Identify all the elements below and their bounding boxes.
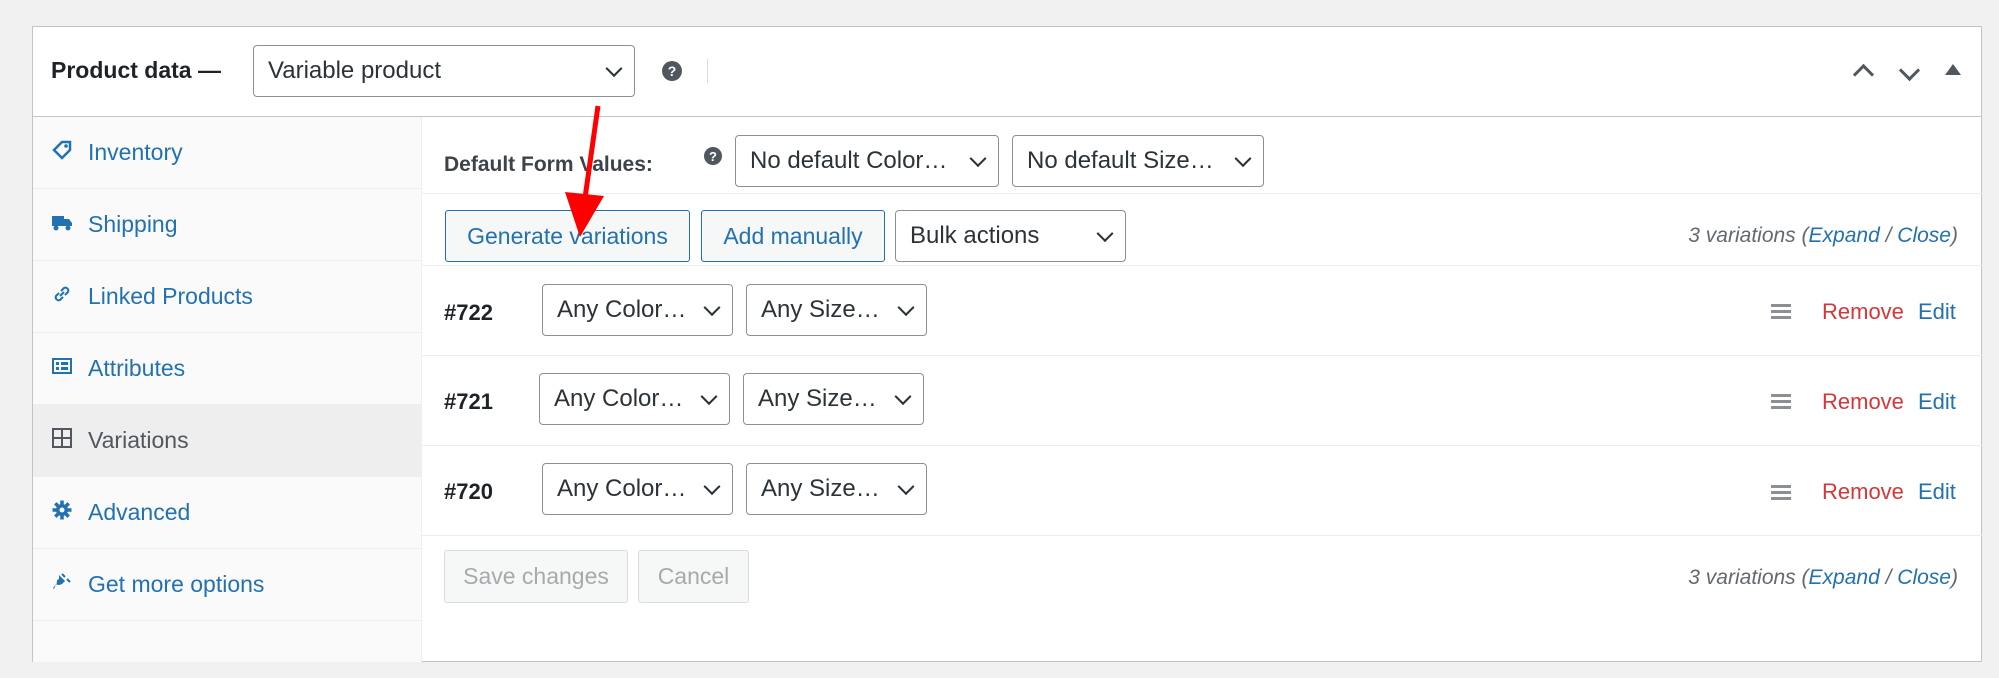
variation-row: #722 Any Color… Any Size… Remove Edit bbox=[422, 266, 1982, 356]
tab-advanced[interactable]: Advanced bbox=[33, 477, 422, 549]
bulk-actions-value: Bulk actions bbox=[910, 222, 1040, 249]
cancel-button[interactable]: Cancel bbox=[638, 550, 749, 603]
variation-color-select[interactable]: Any Color… bbox=[542, 284, 733, 336]
tab-get-more-options[interactable]: Get more options bbox=[33, 549, 422, 621]
help-icon[interactable]: ? bbox=[662, 61, 682, 81]
drag-handle-icon[interactable] bbox=[1771, 304, 1791, 319]
move-up-icon[interactable] bbox=[1852, 63, 1875, 86]
product-type-select[interactable]: Variable product bbox=[253, 45, 635, 97]
tab-label: Variations bbox=[88, 427, 189, 453]
variation-color-value: Any Color… bbox=[557, 475, 687, 502]
variation-id: #722 bbox=[444, 300, 493, 325]
panel-header: Product data — Variable product ? bbox=[33, 27, 1981, 117]
chevron-down-icon bbox=[700, 388, 718, 406]
chevron-down-icon bbox=[897, 299, 915, 317]
variation-row: #721 Any Color… Any Size… Remove Edit bbox=[422, 356, 1982, 446]
default-form-values-label: Default Form Values: bbox=[444, 153, 653, 176]
save-changes-button[interactable]: Save changes bbox=[444, 550, 628, 603]
default-color-value: No default Color… bbox=[750, 147, 948, 174]
expand-all-link[interactable]: Expand bbox=[1809, 224, 1880, 247]
tab-shipping[interactable]: Shipping bbox=[33, 189, 422, 261]
variation-row: #720 Any Color… Any Size… Remove Edit bbox=[422, 446, 1982, 536]
variation-id: #721 bbox=[444, 389, 493, 414]
plugin-icon bbox=[53, 573, 71, 589]
variations-panel: Default Form Values: ? No default Color…… bbox=[422, 117, 1982, 662]
tab-label: Attributes bbox=[88, 355, 186, 381]
expand-all-link[interactable]: Expand bbox=[1809, 566, 1880, 589]
variation-color-select[interactable]: Any Color… bbox=[539, 373, 730, 425]
chevron-down-icon bbox=[1234, 150, 1252, 168]
tab-linked-products[interactable]: Linked Products bbox=[33, 261, 422, 333]
header-divider bbox=[707, 59, 708, 83]
close-all-link[interactable]: Close bbox=[1897, 566, 1951, 589]
variation-size-value: Any Size… bbox=[758, 385, 877, 412]
default-size-value: No default Size… bbox=[1027, 147, 1214, 174]
remove-variation-link[interactable]: Remove bbox=[1822, 389, 1904, 415]
bulk-actions-select[interactable]: Bulk actions bbox=[895, 210, 1126, 262]
tab-variations[interactable]: Variations bbox=[33, 405, 422, 477]
add-manually-button[interactable]: Add manually bbox=[701, 210, 885, 262]
variations-footer: Save changes Cancel 3 variations (Expand… bbox=[422, 536, 1982, 662]
gear-icon bbox=[52, 500, 72, 520]
chevron-down-icon bbox=[897, 478, 915, 496]
close-all-link[interactable]: Close bbox=[1897, 224, 1951, 247]
variation-size-select[interactable]: Any Size… bbox=[746, 284, 927, 336]
edit-variation-link[interactable]: Edit bbox=[1918, 479, 1956, 505]
variation-color-value: Any Color… bbox=[554, 385, 684, 412]
panel-title: Product data — bbox=[51, 57, 221, 83]
drag-handle-icon[interactable] bbox=[1771, 394, 1791, 409]
default-size-select[interactable]: No default Size… bbox=[1012, 135, 1264, 187]
tab-label: Shipping bbox=[88, 211, 178, 237]
variation-color-select[interactable]: Any Color… bbox=[542, 463, 733, 515]
grid-icon bbox=[52, 428, 72, 448]
variations-count: 3 variations (Expand / Close) bbox=[1688, 224, 1958, 247]
tab-inventory[interactable]: Inventory bbox=[33, 117, 422, 189]
remove-variation-link[interactable]: Remove bbox=[1822, 479, 1904, 505]
remove-variation-link[interactable]: Remove bbox=[1822, 299, 1904, 325]
chevron-down-icon bbox=[703, 299, 721, 317]
tab-label: Get more options bbox=[88, 571, 265, 597]
help-icon[interactable]: ? bbox=[704, 147, 722, 165]
tab-label: Advanced bbox=[88, 499, 191, 525]
tab-label: Inventory bbox=[88, 139, 183, 165]
variation-size-select[interactable]: Any Size… bbox=[746, 463, 927, 515]
link-icon bbox=[54, 286, 70, 302]
tag-icon bbox=[52, 140, 72, 160]
move-down-icon[interactable] bbox=[1898, 59, 1921, 82]
tab-attributes[interactable]: Attributes bbox=[33, 333, 422, 405]
default-color-select[interactable]: No default Color… bbox=[735, 135, 999, 187]
edit-variation-link[interactable]: Edit bbox=[1918, 299, 1956, 325]
default-form-values-row: Default Form Values: ? No default Color…… bbox=[422, 117, 1982, 194]
product-data-tabs: Inventory Shipping Linked Products Attri… bbox=[33, 117, 422, 662]
edit-variation-link[interactable]: Edit bbox=[1918, 389, 1956, 415]
variation-color-value: Any Color… bbox=[557, 296, 687, 323]
chevron-down-icon bbox=[605, 60, 623, 78]
generate-variations-button[interactable]: Generate variations bbox=[445, 210, 690, 262]
chevron-down-icon bbox=[1096, 225, 1114, 243]
product-type-value: Variable product bbox=[268, 57, 441, 84]
toggle-panel-icon[interactable] bbox=[1945, 64, 1961, 75]
product-data-panel: Product data — Variable product ? Invent… bbox=[32, 26, 1982, 662]
list-icon bbox=[52, 358, 72, 374]
truck-icon bbox=[52, 216, 72, 231]
chevron-down-icon bbox=[969, 150, 987, 168]
variations-count: 3 variations (Expand / Close) bbox=[1688, 566, 1958, 589]
variations-toolbar: Generate variations Add manually Bulk ac… bbox=[422, 194, 1982, 266]
chevron-down-icon bbox=[703, 478, 721, 496]
drag-handle-icon[interactable] bbox=[1771, 485, 1791, 500]
variation-size-select[interactable]: Any Size… bbox=[743, 373, 924, 425]
tab-label: Linked Products bbox=[88, 283, 253, 309]
chevron-down-icon bbox=[894, 388, 912, 406]
variation-size-value: Any Size… bbox=[761, 296, 880, 323]
variation-size-value: Any Size… bbox=[761, 475, 880, 502]
variation-id: #720 bbox=[444, 479, 493, 504]
